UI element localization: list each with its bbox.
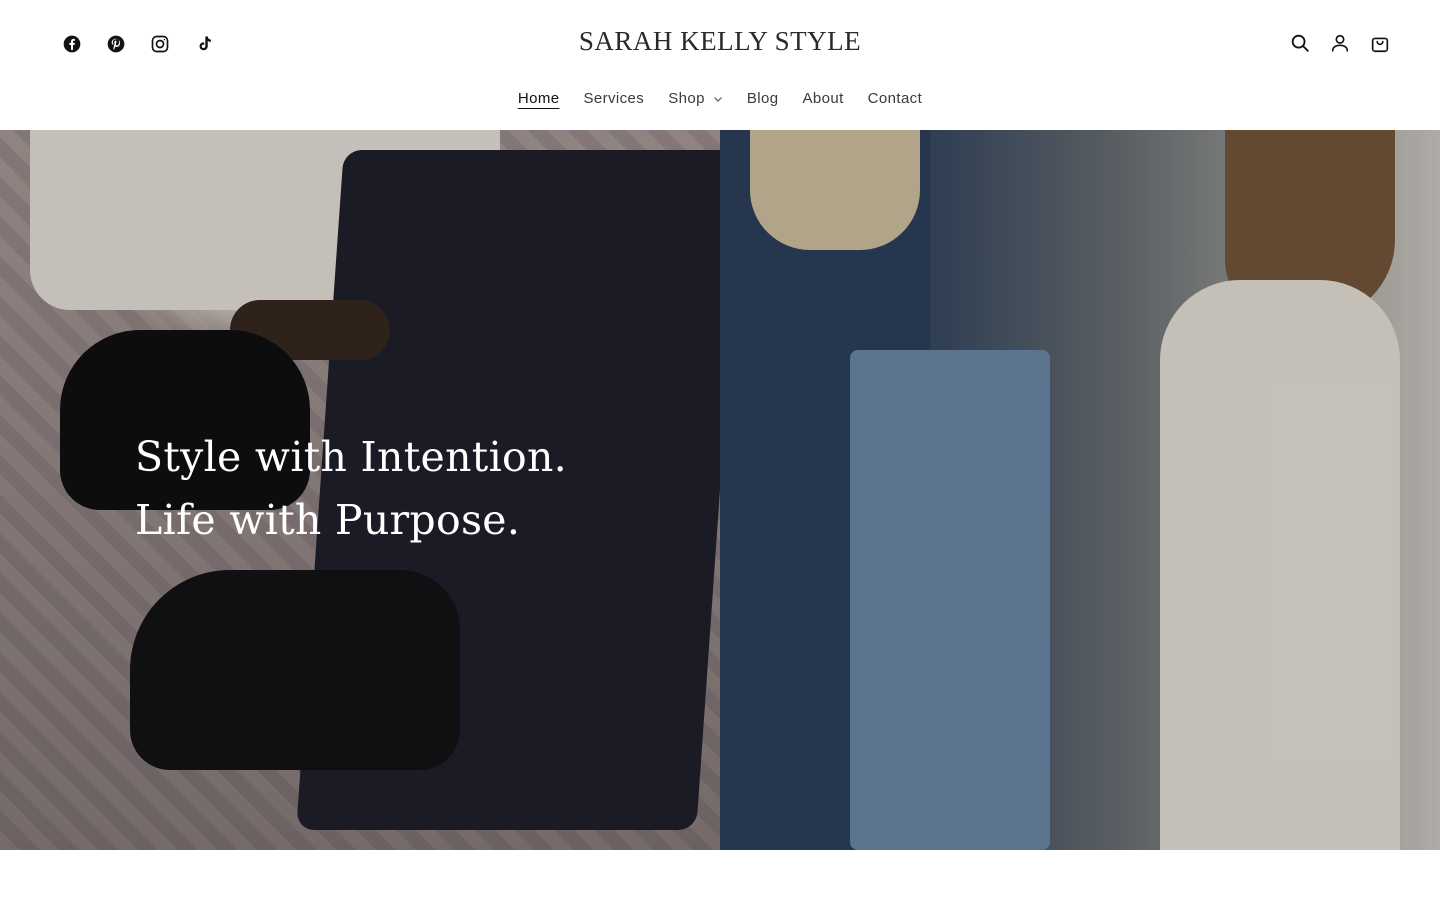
chevron-down-icon <box>713 96 722 102</box>
instagram-link[interactable] <box>138 22 182 66</box>
nav-shop[interactable]: Shop <box>656 82 735 115</box>
boot-shape <box>130 570 460 770</box>
social-links <box>50 22 226 66</box>
main-nav: Home Services Shop Blog About Contact <box>0 82 1440 115</box>
account-icon <box>1331 34 1349 52</box>
nav-services-label: Services <box>583 90 645 107</box>
tiktok-link[interactable] <box>182 22 226 66</box>
nav-services[interactable]: Services <box>571 82 656 115</box>
nav-about[interactable]: About <box>790 82 855 115</box>
nav-home-label: Home <box>517 90 560 107</box>
nav-blog-label: Blog <box>746 90 779 107</box>
hero-banner: Style with Intention. Life with Purpose. <box>0 130 1440 850</box>
facebook-link[interactable] <box>50 22 94 66</box>
site-logo[interactable]: SARAH KELLY STYLE <box>579 26 861 57</box>
light-jeans-shape <box>850 350 1050 850</box>
nav-shop-label: Shop <box>668 90 705 107</box>
facebook-icon <box>63 35 81 53</box>
search-icon <box>1291 34 1309 52</box>
cart-button[interactable] <box>1360 23 1400 63</box>
search-button[interactable] <box>1280 23 1320 63</box>
page-content-below <box>0 850 1440 900</box>
client-figure <box>1160 280 1400 850</box>
nav-home[interactable]: Home <box>506 82 572 115</box>
cart-icon <box>1371 37 1389 53</box>
pinterest-icon <box>107 35 125 53</box>
nav-contact-label: Contact <box>867 90 923 107</box>
nav-contact[interactable]: Contact <box>856 82 935 115</box>
header-utilities <box>1280 23 1400 63</box>
hero-image-styling <box>720 130 1440 850</box>
pinterest-link[interactable] <box>94 22 138 66</box>
tiktok-icon <box>199 36 211 51</box>
hero-line-2: Life with Purpose. <box>135 496 521 544</box>
hero-line-1: Style with Intention. <box>135 433 568 481</box>
hero-heading: Style with Intention. Life with Purpose. <box>135 426 567 552</box>
site-header: SARAH KELLY STYLE Home Services Shop Blo… <box>0 0 1440 130</box>
nav-about-label: About <box>802 90 844 107</box>
instagram-icon <box>151 35 169 53</box>
nav-blog[interactable]: Blog <box>735 82 791 115</box>
stylist-hair <box>750 130 920 250</box>
account-button[interactable] <box>1320 23 1360 63</box>
